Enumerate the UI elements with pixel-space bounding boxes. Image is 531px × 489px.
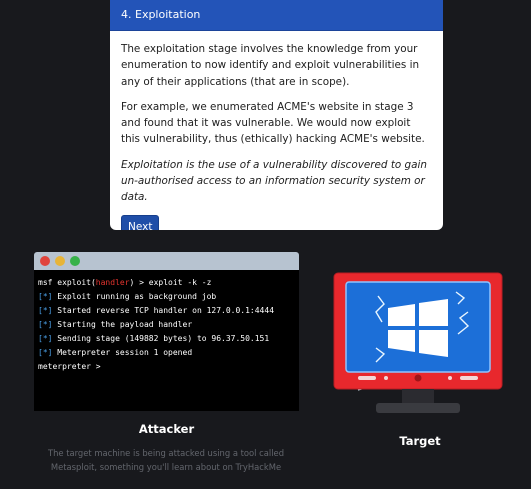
attacker-terminal: msf exploit(handler) > exploit -k -z [*] … <box>34 252 299 411</box>
terminal-prompt: meterpreter > <box>38 362 101 371</box>
command-module: handler <box>95 278 130 287</box>
next-button[interactable]: Next <box>121 214 160 230</box>
terminal-line: [*] Exploit running as background job <box>38 290 295 304</box>
terminal-line-text: Exploit running as background job <box>52 292 217 301</box>
terminal-line-text: Starting the payload handler <box>52 320 193 329</box>
exploitation-card: 4. Exploitation The exploitation stage i… <box>110 0 443 230</box>
command-prefix: msf exploit( <box>38 278 96 287</box>
monitor-stand <box>402 389 434 403</box>
card-paragraph-2: For example, we enumerated ACME's websit… <box>121 100 425 146</box>
card-paragraph-3: Exploitation is the use of a vulnerabili… <box>121 158 427 204</box>
status-marker: [*] <box>38 292 53 301</box>
attacker-caption: The target machine is being attacked usi… <box>47 448 285 472</box>
terminal-command-line: msf exploit(handler) > exploit -k -z <box>38 276 295 290</box>
target-label: Target <box>399 434 441 448</box>
card-body: The exploitation stage involves the know… <box>110 31 443 230</box>
target-monitor-icon <box>333 272 503 413</box>
terminal-line-text: Started reverse TCP handler on 127.0.0.1… <box>52 306 275 315</box>
monitor-screen <box>346 282 490 372</box>
monitor-base <box>376 403 460 413</box>
close-dot-icon <box>40 256 50 266</box>
terminal-line: [*] Sending stage (149882 bytes) to 96.3… <box>38 332 295 346</box>
status-marker: [*] <box>38 348 53 357</box>
status-marker: [*] <box>38 320 53 329</box>
terminal-line-text: Meterpreter session 1 opened <box>52 348 193 357</box>
terminal-line: [*] Started reverse TCP handler on 127.0… <box>38 304 295 318</box>
terminal-line: [*] Starting the payload handler <box>38 318 295 332</box>
card-title: 4. Exploitation <box>110 0 443 31</box>
attacker-label: Attacker <box>138 422 195 436</box>
status-marker: [*] <box>38 306 53 315</box>
status-marker: [*] <box>38 334 53 343</box>
terminal-line: [*] Meterpreter session 1 opened <box>38 346 295 360</box>
terminal-title-bar <box>34 252 299 270</box>
command-suffix: ) > exploit -k -z <box>129 278 212 287</box>
terminal-output: msf exploit(handler) > exploit -k -z [*] … <box>34 270 299 374</box>
minimize-dot-icon <box>55 256 65 266</box>
card-paragraph-1: The exploitation stage involves the know… <box>121 43 420 88</box>
terminal-line-text: Sending stage (149882 bytes) to 96.37.50… <box>52 334 270 343</box>
maximize-dot-icon <box>70 256 80 266</box>
